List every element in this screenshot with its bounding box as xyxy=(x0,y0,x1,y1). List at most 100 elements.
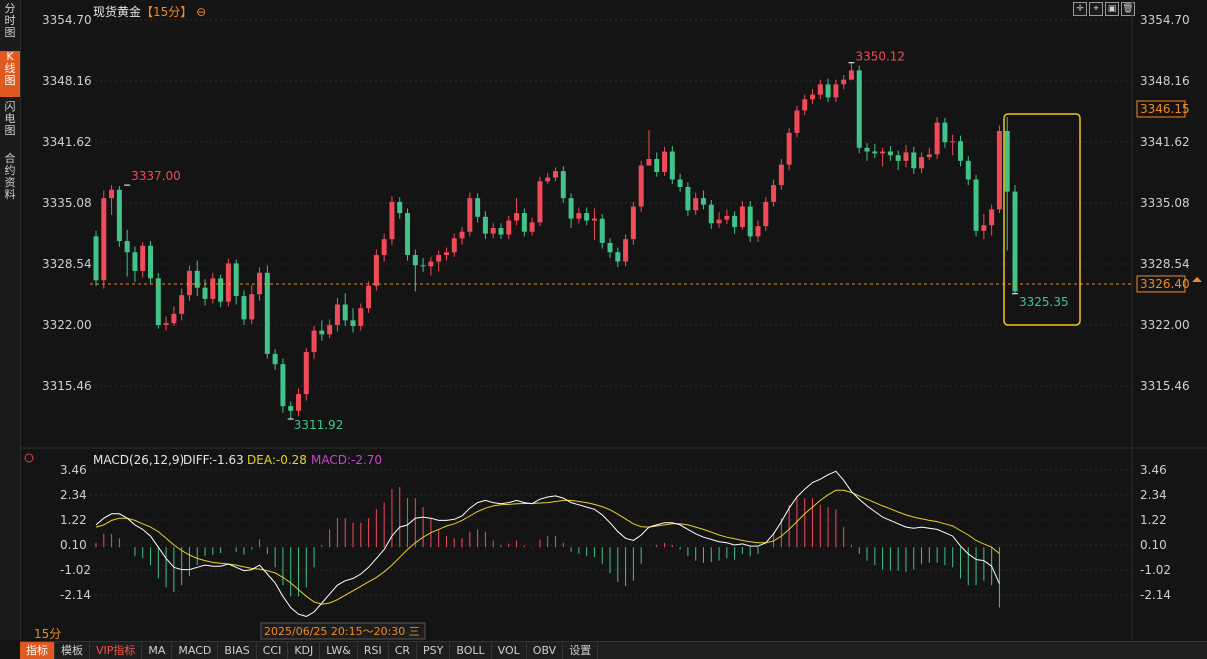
candle-body xyxy=(739,206,745,228)
candle-body xyxy=(397,201,403,214)
candle-body xyxy=(451,238,457,253)
dea-line xyxy=(95,489,1000,605)
y-tick-label-left: 3348.16 xyxy=(42,74,92,88)
boll-button[interactable]: BOLL xyxy=(450,642,492,659)
y-tick-label-right: 3348.16 xyxy=(1140,74,1190,88)
candle-body xyxy=(1004,130,1010,192)
candle-body xyxy=(545,177,551,182)
macd-tick-label-left: 2.34 xyxy=(60,488,87,502)
candle-body xyxy=(716,219,722,224)
kdj-button[interactable]: KDJ xyxy=(288,642,321,659)
candle-body xyxy=(848,70,854,80)
candle-body xyxy=(202,287,208,299)
macd-tick-label-right: 1.22 xyxy=(1140,513,1167,527)
candle-body xyxy=(124,241,130,253)
candle-body xyxy=(233,263,239,297)
candle-body xyxy=(498,227,504,235)
candle-body xyxy=(724,215,730,220)
macd-tick-label-left: 0.10 xyxy=(60,538,87,552)
candle-body xyxy=(1012,191,1018,292)
candle-body xyxy=(171,313,177,324)
cci-button[interactable]: CCI xyxy=(257,642,289,659)
macd-button[interactable]: MACD xyxy=(172,642,219,659)
candle-body xyxy=(662,151,668,173)
macd-legend: MACD:-2.70 xyxy=(311,453,382,467)
psy-button[interactable]: PSY xyxy=(417,642,451,659)
candle-body xyxy=(482,216,488,234)
settings-icon xyxy=(24,453,34,463)
candle-body xyxy=(732,215,738,228)
candle-body xyxy=(443,252,449,256)
candle-body xyxy=(903,152,909,161)
vip-indicator-button[interactable]: VIP指标 xyxy=(90,642,143,659)
candle-body xyxy=(747,206,753,237)
candle-body xyxy=(615,252,621,262)
current-price-label: 3326.40 xyxy=(1140,277,1190,291)
candle-body xyxy=(303,352,309,395)
candle-body xyxy=(288,406,294,411)
candle-body xyxy=(428,261,434,267)
template-button[interactable]: 模板 xyxy=(55,642,90,659)
chart-window: 分 时 图 K 线 图 闪 电 图 合 约 资 料 现货黄金【15分】 ⊖ ✛ … xyxy=(0,0,1207,659)
candle-body xyxy=(965,160,971,180)
candle-body xyxy=(155,278,161,325)
candle-body xyxy=(93,236,99,281)
candle-body xyxy=(919,157,925,169)
obv-button[interactable]: OBV xyxy=(527,642,564,659)
bias-button[interactable]: BIAS xyxy=(218,642,257,659)
candle-body xyxy=(825,84,831,98)
lw-button[interactable]: LW& xyxy=(320,642,358,659)
rsi-button[interactable]: RSI xyxy=(358,642,389,659)
macd-tick-label-left: -1.02 xyxy=(60,563,91,577)
candle-body xyxy=(817,84,823,95)
left-high-label: 3337.00 xyxy=(131,169,181,183)
macd-tick-label-left: 3.46 xyxy=(60,463,87,477)
y-tick-label-right: 3322.00 xyxy=(1140,318,1190,332)
candle-body xyxy=(241,296,247,320)
y-tick-label-right: 3328.54 xyxy=(1140,257,1190,271)
candle-body xyxy=(802,99,808,111)
settings-button[interactable]: 设置 xyxy=(563,642,599,659)
y-tick-label-left: 3315.46 xyxy=(42,379,92,393)
y-tick-label-right: 3315.46 xyxy=(1140,379,1190,393)
indicator-button[interactable]: 指标 xyxy=(20,642,55,659)
candle-body xyxy=(669,151,675,180)
ma-button[interactable]: MA xyxy=(142,642,173,659)
candle-body xyxy=(249,294,255,320)
candle-body xyxy=(264,272,270,354)
cr-button[interactable]: CR xyxy=(389,642,418,659)
candle-body xyxy=(794,110,800,133)
candle-body xyxy=(109,189,115,199)
candle-body xyxy=(381,239,387,256)
candle-body xyxy=(186,270,192,296)
candle-body xyxy=(218,278,224,302)
candle-body xyxy=(194,270,200,288)
candle-body xyxy=(833,84,839,98)
candle-body xyxy=(350,320,356,326)
candle-body xyxy=(646,158,652,166)
vol-button[interactable]: VOL xyxy=(492,642,527,659)
last-low-label: 3325.35 xyxy=(1019,295,1069,309)
candle-body xyxy=(810,94,816,100)
candle-body xyxy=(132,252,138,271)
candle-body xyxy=(163,323,169,325)
candle-body xyxy=(366,285,372,309)
candle-body xyxy=(553,171,558,178)
y-tick-label-right: 3335.08 xyxy=(1140,196,1190,210)
candle-body xyxy=(996,130,1002,210)
macd-tick-label-right: 2.34 xyxy=(1140,488,1167,502)
candle-body xyxy=(638,165,644,207)
indicator-bar: 指标 模板 VIP指标 MA MACD BIAS CCI KDJ LW& RSI… xyxy=(20,641,1207,659)
candle-body xyxy=(623,239,629,262)
candle-body xyxy=(685,186,691,211)
candle-body xyxy=(210,278,216,299)
chart-canvas[interactable]: 3354.70 3354.70 3348.16 3348.16 3341.62 3341.… xyxy=(0,0,1207,640)
candle-body xyxy=(560,171,566,199)
candle-body xyxy=(506,220,512,235)
candle-body xyxy=(295,394,301,411)
candle-body xyxy=(934,122,940,155)
candle-body xyxy=(872,151,878,154)
candle-body xyxy=(630,206,636,240)
macd-tick-label-right: 0.10 xyxy=(1140,538,1167,552)
y-tick-label-left: 3322.00 xyxy=(42,318,92,332)
